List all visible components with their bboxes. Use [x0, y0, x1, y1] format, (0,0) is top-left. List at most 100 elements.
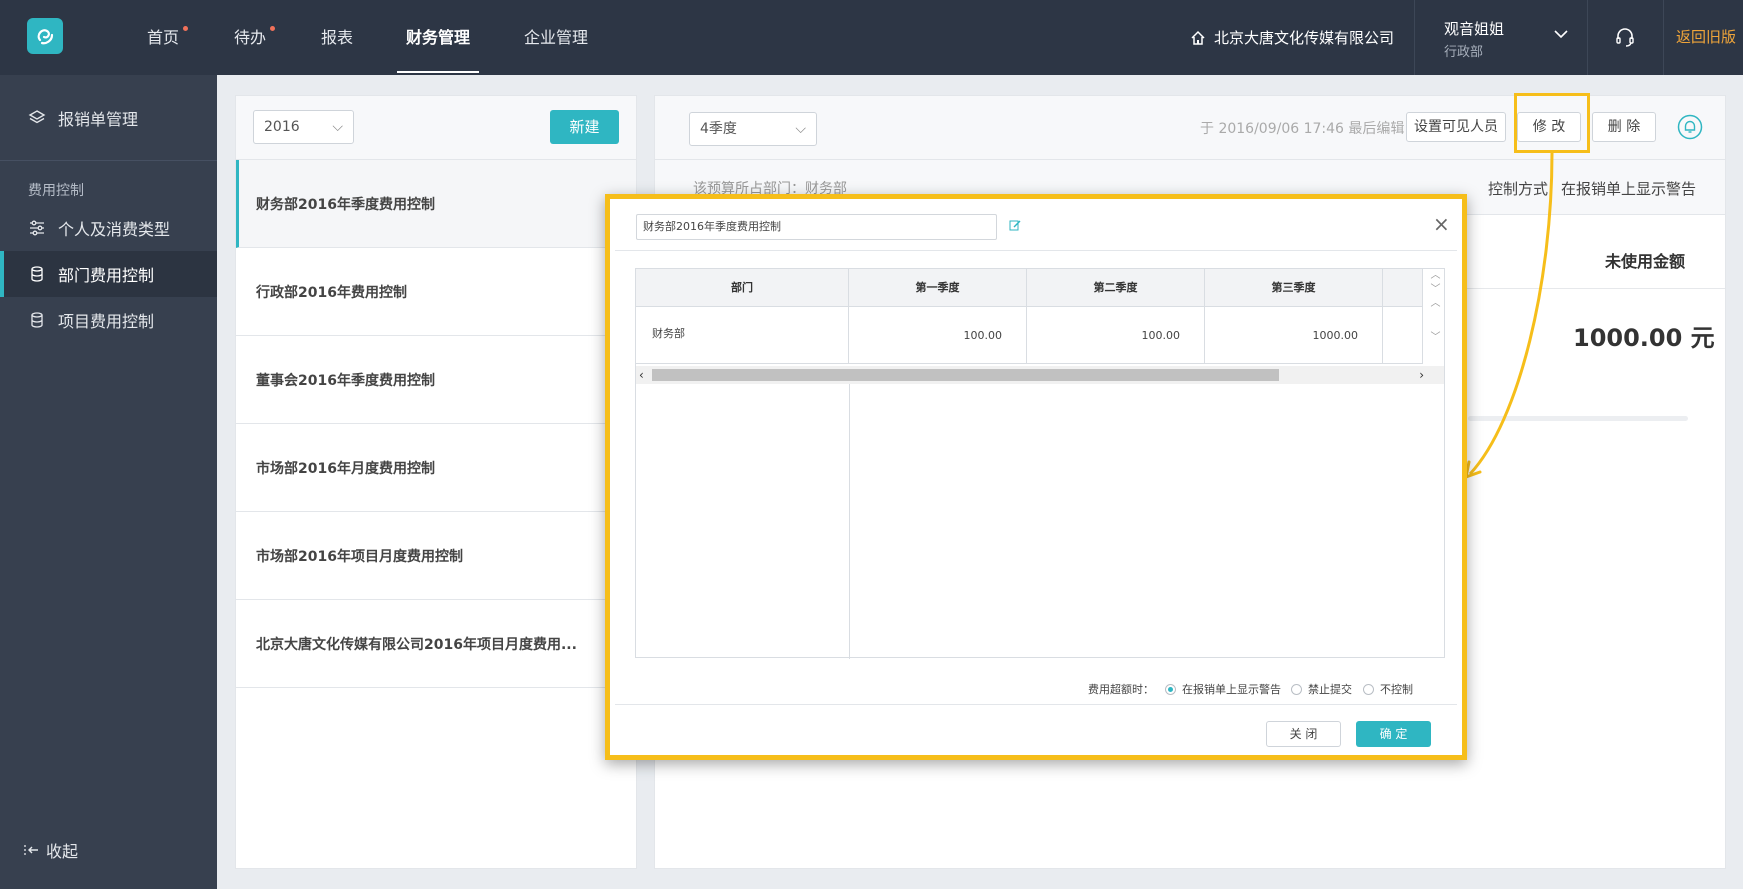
control-name-input[interactable]: 财务部2016年季度费用控制	[636, 214, 997, 240]
department-cell: 财务部	[636, 307, 849, 364]
company-switcher[interactable]: 北京大唐文化传媒有限公司	[1190, 0, 1394, 75]
year-select-value: 2016	[264, 119, 300, 135]
scroll-down-icon[interactable]: ﹀	[1427, 331, 1444, 345]
budget-input[interactable]	[1383, 307, 1423, 364]
quarter-select-value: 4季度	[700, 121, 737, 137]
unused-amount-label: 未使用金额	[1605, 252, 1686, 271]
radio-indicator[interactable]	[1363, 683, 1374, 695]
control-mode-value: 在报销单上显示警告	[1561, 180, 1697, 198]
overspend-label: 费用超额时：	[1088, 683, 1154, 696]
nav-todo[interactable]: 待办	[234, 0, 266, 75]
sidebar-collapse-button[interactable]: 收起	[24, 838, 78, 862]
sidebar-item-label: 部门费用控制	[58, 266, 155, 285]
sidebar-item-label: 个人及消费类型	[58, 220, 171, 239]
column-header: 第二季度	[1027, 269, 1205, 307]
divider	[615, 250, 1457, 251]
column-header: 第一季度	[849, 269, 1027, 307]
sidebar-item-department-control[interactable]: 部门费用控制	[0, 251, 217, 297]
scroll-left-icon[interactable]: ‹	[639, 366, 644, 384]
divider	[1414, 0, 1415, 75]
radio-label: 不控制	[1380, 683, 1413, 696]
modify-button-highlight	[1514, 93, 1590, 153]
sidebar-item-label: 项目费用控制	[58, 312, 155, 331]
nav-home[interactable]: 首页	[147, 0, 179, 75]
edit-dialog-highlight: 财务部2016年季度费用控制 × 部门 第一季度 第二季度 第三季度 财务部 1…	[605, 194, 1467, 760]
list-item[interactable]: 北京大唐文化传媒有限公司2016年项目月度费用...	[236, 600, 636, 688]
list-item[interactable]: 董事会2016年季度费用控制	[236, 336, 636, 424]
divider	[1587, 0, 1588, 75]
vertical-scrollbar[interactable]: ︿ ﹀ ︿ ﹀	[1427, 269, 1444, 364]
user-department: 行政部	[1444, 45, 1484, 60]
radio-indicator[interactable]	[1291, 683, 1302, 695]
divider	[615, 704, 1457, 705]
sidebar-item-label: 报销单管理	[58, 110, 139, 129]
layers-icon	[28, 110, 46, 124]
user-name[interactable]: 观音姐姐	[1444, 18, 1504, 39]
logo-icon	[37, 29, 54, 45]
sidebar: 报销单管理 费用控制 个人及消费类型 部门费用控制 项目费用控制 收起	[0, 75, 217, 889]
set-visible-users-button[interactable]: 设置可见人员	[1406, 112, 1506, 142]
sidebar-item-personal-types[interactable]: 个人及消费类型	[0, 205, 217, 251]
close-icon[interactable]: ×	[1433, 212, 1450, 236]
home-icon	[1191, 30, 1205, 45]
sidebar-item-expense-reports[interactable]: 报销单管理	[0, 95, 217, 141]
new-button[interactable]: 新建	[550, 110, 619, 144]
budget-input[interactable]: 100.00	[1027, 307, 1205, 364]
year-select[interactable]: 2016 ⌵	[253, 110, 354, 144]
chevron-down-icon[interactable]	[1553, 26, 1569, 42]
sidebar-group-label: 费用控制	[28, 183, 84, 199]
radio-forbid-submit[interactable]: 禁止提交	[1291, 681, 1352, 697]
radio-no-control[interactable]: 不控制	[1363, 681, 1413, 697]
scroll-up-icon[interactable]: ︿	[1427, 297, 1444, 311]
unused-amount-value: 1000.00 元	[1573, 324, 1715, 352]
confirm-button[interactable]: 确 定	[1356, 721, 1431, 747]
budget-input[interactable]: 1000.00	[1205, 307, 1383, 364]
return-old-version-link[interactable]: 返回旧版	[1676, 0, 1736, 75]
nav-finance[interactable]: 财务管理	[397, 0, 479, 73]
column-header	[1383, 269, 1423, 307]
close-button[interactable]: 关 闭	[1266, 721, 1341, 747]
nav-enterprise[interactable]: 企业管理	[524, 0, 588, 75]
chevron-down-icon: ⌵	[332, 119, 343, 135]
scrollbar-thumb[interactable]	[652, 369, 1279, 381]
radio-label: 禁止提交	[1308, 683, 1352, 696]
sidebar-item-project-control[interactable]: 项目费用控制	[0, 297, 217, 343]
headset-icon[interactable]	[1614, 26, 1636, 48]
delete-button[interactable]: 删 除	[1592, 112, 1656, 142]
top-bar: 首页 待办 报表 财务管理 企业管理 北京大唐文化传媒有限公司 观音姐姐 行政部…	[0, 0, 1743, 75]
scroll-down-icon[interactable]: ﹀	[1427, 283, 1444, 297]
database-icon	[31, 266, 43, 282]
column-header: 部门	[636, 269, 849, 307]
chevron-down-icon: ⌵	[795, 121, 806, 137]
nav-reports[interactable]: 报表	[321, 0, 353, 75]
list-item[interactable]: 财务部2016年季度费用控制	[236, 160, 636, 248]
divider	[849, 384, 850, 659]
sliders-icon	[30, 220, 44, 236]
collapse-label: 收起	[46, 842, 79, 861]
scroll-up-icon[interactable]: ︿	[1427, 269, 1444, 283]
bell-icon[interactable]	[1677, 114, 1703, 140]
list-item[interactable]: 行政部2016年费用控制	[236, 248, 636, 336]
last-edited-text: 于 2016/09/06 17:46 最后编辑	[1200, 121, 1405, 137]
sidebar-divider	[0, 160, 217, 161]
app-logo[interactable]	[27, 18, 63, 54]
radio-label: 在报销单上显示警告	[1182, 683, 1281, 696]
list-header: 2016 ⌵ 新建	[236, 96, 636, 160]
edit-dialog: 财务部2016年季度费用控制 × 部门 第一季度 第二季度 第三季度 财务部 1…	[615, 204, 1457, 750]
scroll-right-icon[interactable]: ›	[1419, 366, 1424, 384]
edit-icon[interactable]	[1009, 219, 1021, 231]
radio-show-warning[interactable]: 在报销单上显示警告	[1165, 681, 1281, 697]
radio-indicator[interactable]	[1165, 683, 1176, 695]
list-item[interactable]: 市场部2016年项目月度费用控制	[236, 512, 636, 600]
quarter-select[interactable]: 4季度 ⌵	[689, 112, 817, 146]
collapse-icon	[24, 845, 38, 855]
todo-notification-dot	[270, 26, 275, 31]
horizontal-scrollbar[interactable]: ‹ ›	[636, 366, 1444, 384]
database-icon	[31, 312, 43, 328]
company-name: 北京大唐文化传媒有限公司	[1214, 29, 1395, 47]
control-list-panel: 2016 ⌵ 新建 财务部2016年季度费用控制 行政部2016年费用控制 董事…	[235, 95, 637, 869]
budget-input[interactable]: 100.00	[849, 307, 1027, 364]
control-mode-label: 控制方式	[1488, 180, 1549, 198]
budget-grid: 部门 第一季度 第二季度 第三季度 财务部 100.00 100.00 1000…	[635, 268, 1445, 659]
list-item[interactable]: 市场部2016年月度费用控制	[236, 424, 636, 512]
